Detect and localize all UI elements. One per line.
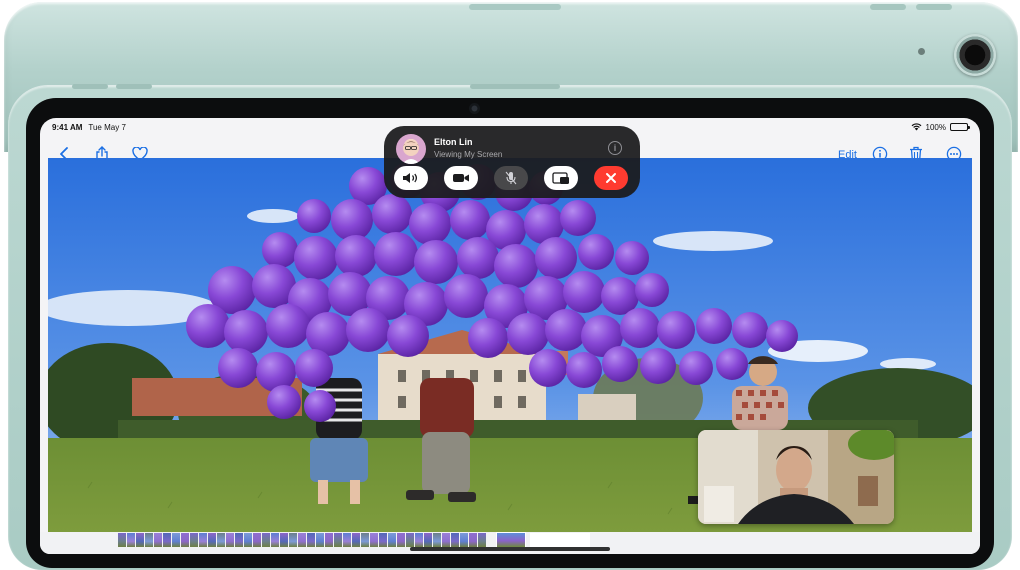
filmstrip-thumbnail[interactable] bbox=[271, 533, 279, 547]
filmstrip-thumbnail[interactable] bbox=[325, 533, 333, 547]
mute-icon[interactable] bbox=[494, 166, 528, 190]
filmstrip-thumbnail[interactable] bbox=[199, 533, 207, 547]
filmstrip-thumbnail[interactable] bbox=[415, 533, 423, 547]
filmstrip-thumbnail[interactable] bbox=[136, 533, 144, 547]
filmstrip-thumbnail[interactable] bbox=[397, 533, 405, 547]
filmstrip-current-thumbnail[interactable] bbox=[496, 532, 526, 548]
device-back-volume-down bbox=[916, 4, 952, 10]
filmstrip-thumbnail[interactable] bbox=[406, 533, 414, 547]
facetime-self-view[interactable] bbox=[698, 430, 894, 524]
caller-status: Viewing My Screen bbox=[434, 150, 503, 159]
filmstrip-thumbnail[interactable] bbox=[460, 533, 468, 547]
filmstrip-thumbnail[interactable] bbox=[424, 533, 432, 547]
filmstrip-thumbnail[interactable] bbox=[208, 533, 216, 547]
filmstrip-thumbnail[interactable] bbox=[316, 533, 324, 547]
filmstrip-thumbnail[interactable] bbox=[154, 533, 162, 547]
filmstrip-thumbnail[interactable] bbox=[235, 533, 243, 547]
filmstrip-thumbnail[interactable] bbox=[370, 533, 378, 547]
filmstrip-thumbnail[interactable] bbox=[190, 533, 198, 547]
filmstrip-thumbnail[interactable] bbox=[298, 533, 306, 547]
speaker-icon[interactable] bbox=[394, 166, 428, 190]
filmstrip-thumbnail[interactable] bbox=[217, 533, 225, 547]
filmstrip-thumbnail[interactable] bbox=[280, 533, 288, 547]
filmstrip-thumbnail[interactable] bbox=[253, 533, 261, 547]
filmstrip-thumbnail[interactable] bbox=[433, 533, 441, 547]
filmstrip-thumbnail[interactable] bbox=[451, 533, 459, 547]
filmstrip-thumbnail[interactable] bbox=[478, 533, 486, 547]
status-time: 9:41 AM bbox=[52, 122, 83, 132]
filmstrip-thumbnail[interactable] bbox=[469, 533, 477, 547]
battery-icon bbox=[950, 123, 970, 131]
call-info-icon[interactable]: i bbox=[608, 141, 622, 155]
end-call-icon[interactable] bbox=[594, 166, 628, 190]
caller-avatar bbox=[396, 134, 426, 164]
home-indicator[interactable] bbox=[410, 547, 610, 551]
device-back-volume-up bbox=[870, 4, 906, 10]
camera-icon[interactable] bbox=[444, 166, 478, 190]
ipad-screen: 9:41 AM Tue May 7 100% Edit Elton Lin Vi… bbox=[40, 118, 980, 554]
device-front-top-button bbox=[470, 84, 560, 89]
filmstrip-thumbnail[interactable] bbox=[244, 533, 252, 547]
filmstrip-thumbnail[interactable] bbox=[361, 533, 369, 547]
filmstrip-thumbnail[interactable] bbox=[379, 533, 387, 547]
front-camera-icon bbox=[469, 103, 480, 114]
filmstrip-blank-area bbox=[530, 533, 590, 547]
filmstrip-thumbnail[interactable] bbox=[289, 533, 297, 547]
filmstrip-thumbnail[interactable] bbox=[172, 533, 180, 547]
filmstrip-thumbnail[interactable] bbox=[226, 533, 234, 547]
rear-flash bbox=[918, 48, 925, 55]
filmstrip-thumbnail[interactable] bbox=[388, 533, 396, 547]
filmstrip-thumbnail[interactable] bbox=[442, 533, 450, 547]
status-date: Tue May 7 bbox=[88, 122, 126, 132]
filmstrip-thumbnail[interactable] bbox=[343, 533, 351, 547]
filmstrip-thumbnail[interactable] bbox=[262, 533, 270, 547]
wifi-icon bbox=[911, 123, 922, 131]
battery-percent: 100% bbox=[925, 122, 946, 132]
filmstrip-thumbnail[interactable] bbox=[127, 533, 135, 547]
filmstrip-thumbnail[interactable] bbox=[118, 533, 126, 547]
filmstrip-thumbnail[interactable] bbox=[334, 533, 342, 547]
filmstrip-thumbnails[interactable] bbox=[118, 533, 486, 547]
caller-name: Elton Lin bbox=[434, 137, 473, 147]
rear-camera-icon bbox=[954, 34, 996, 76]
self-view-video bbox=[698, 430, 894, 524]
device-back-top-button bbox=[469, 4, 561, 10]
filmstrip-thumbnail[interactable] bbox=[181, 533, 189, 547]
facetime-banner[interactable]: Elton Lin Viewing My Screen i bbox=[384, 126, 640, 198]
share-screen-icon[interactable] bbox=[544, 166, 578, 190]
device-front-volume-up bbox=[72, 84, 108, 89]
filmstrip-thumbnail[interactable] bbox=[352, 533, 360, 547]
filmstrip-thumbnail[interactable] bbox=[145, 533, 153, 547]
filmstrip-thumbnail[interactable] bbox=[163, 533, 171, 547]
filmstrip-thumbnail[interactable] bbox=[307, 533, 315, 547]
device-front-volume-down bbox=[116, 84, 152, 89]
